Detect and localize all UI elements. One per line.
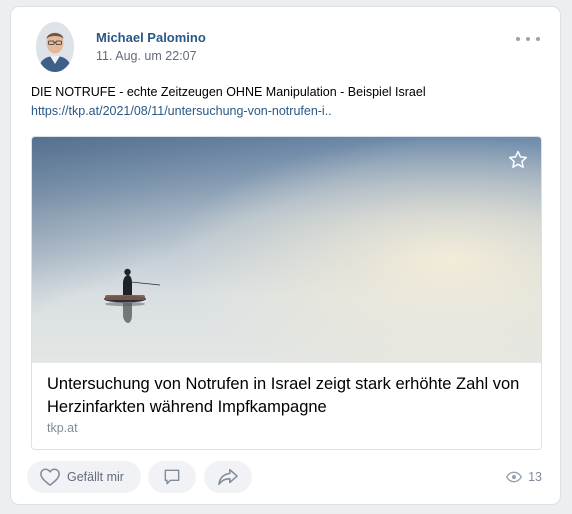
views-count: 13	[528, 470, 542, 484]
author-name[interactable]: Michael Palomino	[96, 30, 206, 45]
views-counter: 13	[506, 470, 542, 484]
like-button[interactable]: Gefällt mir	[27, 461, 141, 493]
post-text: DIE NOTRUFE - echte Zeitzeugen OHNE Mani…	[31, 85, 426, 99]
attachment-image[interactable]	[32, 137, 541, 363]
share-icon	[218, 468, 238, 486]
comment-button[interactable]	[148, 461, 196, 493]
link-attachment[interactable]: Untersuchung von Notrufen in Israel zeig…	[31, 136, 542, 450]
comment-icon	[164, 469, 180, 485]
attachment-domain: tkp.at	[47, 421, 78, 435]
post-date[interactable]: 11. Aug. um 22:07	[96, 49, 197, 63]
more-icon[interactable]	[516, 34, 540, 44]
like-label: Gefällt mir	[67, 470, 124, 484]
share-button[interactable]	[204, 461, 252, 493]
star-icon[interactable]	[507, 149, 529, 171]
post-card: Michael Palomino 11. Aug. um 22:07 DIE N…	[11, 7, 560, 504]
attachment-title[interactable]: Untersuchung von Notrufen in Israel zeig…	[47, 373, 527, 419]
eye-icon	[506, 471, 523, 483]
post-link[interactable]: https://tkp.at/2021/08/11/untersuchung-v…	[31, 104, 332, 118]
avatar[interactable]	[36, 22, 74, 72]
heart-icon	[40, 468, 60, 486]
